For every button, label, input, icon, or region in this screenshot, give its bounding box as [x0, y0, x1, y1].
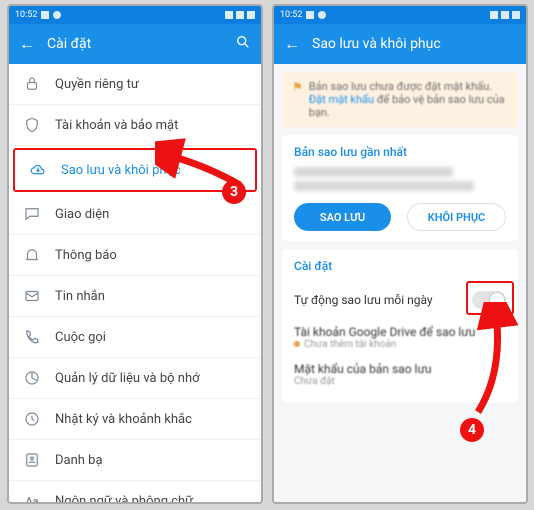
phone-settings: 10:52 ← Cài đặt Quyền riêng tư Tài khoản… [7, 4, 263, 504]
highlight-box [466, 281, 514, 315]
row-label: Sao lưu và khôi phục [61, 163, 181, 178]
pw-sub: Chưa đặt [294, 376, 506, 387]
backup-button[interactable]: SAO LƯU [294, 203, 391, 231]
shield-icon [23, 116, 41, 134]
gdrive-row[interactable]: Tài khoản Google Drive để sao lưu Chưa t… [294, 319, 506, 356]
app-bar: ← Sao lưu và khôi phục [274, 24, 526, 64]
step-badge-3: 3 [222, 180, 246, 204]
warning-icon: ⚑ [292, 80, 303, 119]
row-backup-restore[interactable]: Sao lưu và khôi phục [13, 148, 257, 192]
status-icon [306, 11, 314, 19]
font-icon: Aa [23, 492, 41, 504]
row-label: Ngôn ngữ và phông chữ [55, 494, 193, 505]
battery-icon [512, 11, 520, 19]
status-bar: 10:52 [274, 6, 526, 24]
row-contacts[interactable]: Danh bạ [9, 440, 261, 481]
chart-icon [23, 369, 41, 387]
restore-button[interactable]: KHÔI PHỤC [407, 203, 506, 231]
row-label: Thông báo [55, 248, 117, 263]
phone-backup: 10:52 ← Sao lưu và khôi phục ⚑ Bản sao l… [272, 4, 528, 504]
contacts-icon [23, 451, 41, 469]
row-label: Quyền riêng tư [55, 77, 139, 92]
row-label: Cuộc gọi [55, 330, 106, 345]
lock-icon [23, 75, 41, 93]
blurred-info [294, 167, 453, 177]
backup-panel: ⚑ Bản sao lưu chưa được đặt mật khẩu. Đặ… [274, 64, 526, 504]
signal-icon [236, 11, 244, 19]
back-icon[interactable]: ← [284, 34, 300, 54]
app-bar: ← Cài đặt [9, 24, 261, 64]
auto-backup-label: Tự động sao lưu mỗi ngày [294, 293, 433, 307]
password-row[interactable]: Mật khẩu của bản sao lưu Chưa đặt [294, 356, 506, 393]
row-label: Tài khoản và bảo mật [55, 118, 178, 133]
status-icon [53, 11, 61, 19]
row-notifications[interactable]: Thông báo [9, 235, 261, 276]
section-title: Bản sao lưu gần nhất [294, 145, 506, 159]
status-icon [41, 11, 49, 19]
clock-icon [23, 410, 41, 428]
row-label: Quản lý dữ liệu và bộ nhớ [55, 371, 200, 386]
recent-backup-card: Bản sao lưu gần nhất SAO LƯU KHÔI PHỤC [282, 135, 518, 241]
row-label: Danh bạ [55, 453, 103, 468]
row-messages[interactable]: Tin nhắn [9, 276, 261, 317]
row-diary[interactable]: Nhật ký và khoảnh khắc [9, 399, 261, 440]
blurred-info [294, 181, 474, 191]
status-time: 10:52 [15, 10, 37, 20]
cloud-icon [29, 161, 47, 179]
gdrive-sub: Chưa thêm tài khoản [304, 339, 396, 350]
step-badge-4: 4 [460, 418, 484, 442]
settings-card: Cài đặt Tự động sao lưu mỗi ngày Tài kho… [282, 249, 518, 403]
search-icon[interactable] [235, 34, 251, 54]
row-label: Nhật ký và khoảnh khắc [55, 412, 192, 427]
chat-icon [23, 205, 41, 223]
back-icon[interactable]: ← [19, 34, 35, 54]
row-label: Tin nhắn [55, 289, 105, 304]
signal-icon [501, 11, 509, 19]
wifi-icon [490, 11, 498, 19]
pw-title: Mật khẩu của bản sao lưu [294, 362, 506, 376]
status-time: 10:52 [280, 10, 302, 20]
notice-text: Bản sao lưu chưa được đặt mật khẩu. [309, 80, 493, 93]
status-bar: 10:52 [9, 6, 261, 24]
screen-title: Cài đặt [47, 36, 223, 52]
row-privacy[interactable]: Quyền riêng tư [9, 64, 261, 105]
bell-icon [23, 246, 41, 264]
warning-dot-icon [294, 341, 300, 347]
password-notice: ⚑ Bản sao lưu chưa được đặt mật khẩu. Đặ… [282, 72, 518, 127]
section-title: Cài đặt [294, 259, 506, 273]
status-icon [318, 11, 326, 19]
row-language[interactable]: Aa Ngôn ngữ và phông chữ [9, 481, 261, 504]
row-data-storage[interactable]: Quản lý dữ liệu và bộ nhớ [9, 358, 261, 399]
gdrive-title: Tài khoản Google Drive để sao lưu [294, 325, 506, 339]
phone-icon [23, 328, 41, 346]
message-icon [23, 287, 41, 305]
row-interface[interactable]: Giao diện [9, 194, 261, 235]
notice-link[interactable]: Đặt mật khẩu [309, 93, 374, 106]
settings-list: Quyền riêng tư Tài khoản và bảo mật Sao … [9, 64, 261, 504]
wifi-icon [225, 11, 233, 19]
battery-icon [247, 11, 255, 19]
screen-title: Sao lưu và khôi phục [312, 36, 516, 52]
row-calls[interactable]: Cuộc gọi [9, 317, 261, 358]
row-account-security[interactable]: Tài khoản và bảo mật [9, 105, 261, 146]
row-label: Giao diện [55, 207, 109, 222]
